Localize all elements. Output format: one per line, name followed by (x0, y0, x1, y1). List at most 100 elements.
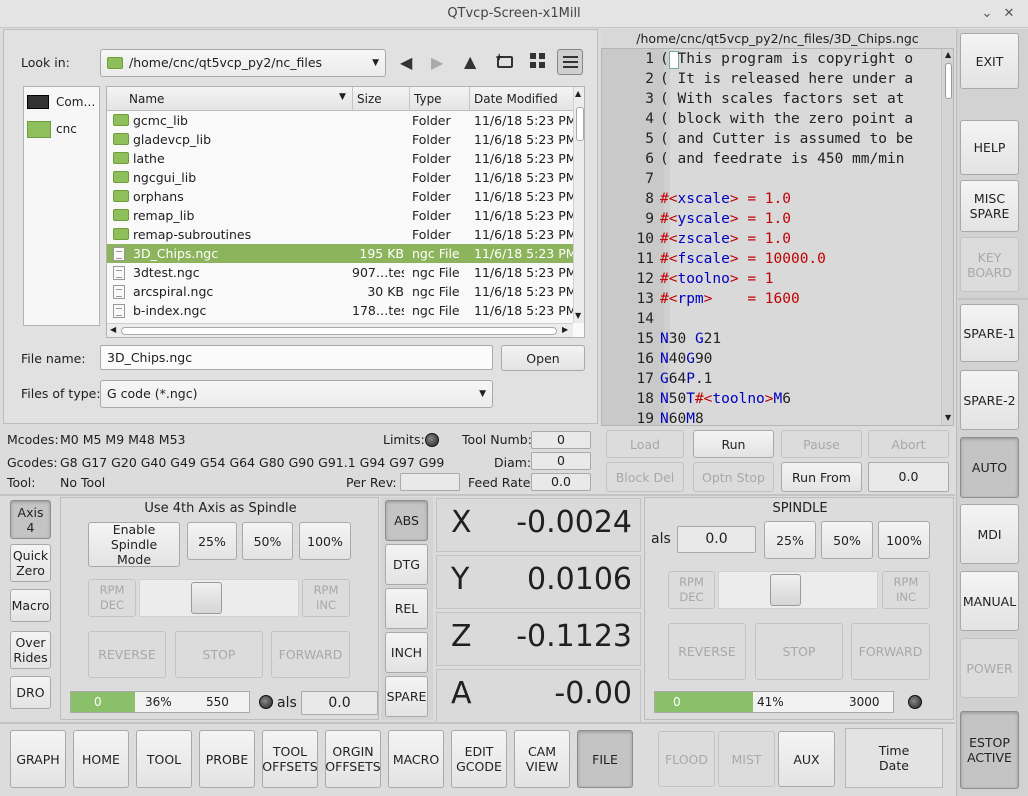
column-header-name[interactable]: Name (129, 92, 164, 106)
tab-tool-offsets[interactable]: TOOL OFFSETS (262, 730, 318, 788)
file-list-row[interactable]: lathe Folder 11/6/18 5:23 PM (107, 149, 573, 168)
tab-home[interactable]: HOME (73, 730, 129, 788)
gcode-line[interactable]: 7 (602, 169, 942, 189)
dro-inch-button[interactable]: INCH (385, 632, 428, 673)
dro-spare-button[interactable]: SPARE (385, 676, 428, 717)
column-header-type[interactable]: Type (414, 92, 442, 106)
pause-button[interactable]: Pause (781, 430, 862, 458)
slider-handle[interactable] (191, 582, 223, 614)
left-tab-over-rides[interactable]: Over Rides (10, 631, 51, 669)
gcode-line[interactable]: 6 ( and feedrate is 450 mm/min (602, 149, 942, 169)
left-tab-dro[interactable]: DRO (10, 676, 51, 709)
file-list-hscrollbar[interactable]: ◀ ▶ (107, 323, 573, 337)
tab-probe[interactable]: PROBE (199, 730, 255, 788)
minimize-icon[interactable]: ⌄ (980, 7, 994, 21)
gcode-line[interactable]: 4 ( block with the zero point a (602, 109, 942, 129)
gcode-line[interactable]: 19 N60M8 (602, 409, 942, 425)
sidebar-item-computer[interactable]: Com… (27, 93, 99, 113)
scroll-thumb[interactable] (576, 107, 584, 141)
mist-button[interactable]: MIST (718, 731, 775, 787)
gcode-line[interactable]: 9 #<yscale> = 1.0 (602, 209, 942, 229)
optional-stop-button[interactable]: Optn Stop (693, 462, 774, 492)
spindle-rpm-inc-button[interactable]: RPM INC (882, 571, 930, 609)
spindle-forward-button[interactable]: FORWARD (851, 623, 930, 680)
axis4-forward-button[interactable]: FORWARD (271, 631, 350, 678)
file-list-vscrollbar[interactable]: ▲ ▼ (573, 87, 584, 323)
gcode-line[interactable]: 2 ( It is released here under a (602, 69, 942, 89)
dro-abs-button[interactable]: ABS (385, 500, 428, 541)
spindle-rpm-slider[interactable] (718, 571, 878, 609)
spindle-50-percent-button[interactable]: 50% (821, 521, 873, 559)
parent-dir-icon[interactable]: ▲ (464, 52, 476, 71)
tab-graph[interactable]: GRAPH (10, 730, 66, 788)
file-list-row[interactable]: gladevcp_lib Folder 11/6/18 5:23 PM (107, 130, 573, 149)
column-header-size[interactable]: Size (357, 92, 382, 106)
axis4-stop-button[interactable]: STOP (175, 631, 263, 678)
spare2-button[interactable]: SPARE-2 (960, 370, 1019, 430)
dro-rel-button[interactable]: REL (385, 588, 428, 629)
file-list-row[interactable]: 3D_Chips.ngc 195 KB ngc File 11/6/18 5:23 P… (107, 244, 573, 263)
axis4-rpm-slider[interactable] (139, 579, 299, 617)
spindle-100-percent-button[interactable]: 100% (878, 521, 930, 559)
help-button[interactable]: HELP (960, 120, 1019, 175)
gcode-line[interactable]: 1 ( This program is copyright o (602, 49, 942, 69)
aux-button[interactable]: AUX (778, 731, 835, 787)
tab-file[interactable]: FILE (577, 730, 633, 788)
forward-arrow-icon[interactable]: ▶ (431, 53, 443, 72)
gcode-line[interactable]: 5 ( and Cutter is assumed to be (602, 129, 942, 149)
abort-button[interactable]: Abort (868, 430, 949, 458)
axis4-reverse-button[interactable]: REVERSE (88, 631, 166, 678)
gcode-vscrollbar[interactable]: ▲ ▼ (941, 49, 953, 425)
slider-handle[interactable] (770, 574, 802, 606)
gcode-line[interactable]: 17 G64P.1 (602, 369, 942, 389)
power-button[interactable]: POWER (960, 638, 1019, 698)
enable-spindle-mode-button[interactable]: Enable Spindle Mode (88, 522, 180, 567)
file-name-input[interactable]: 3D_Chips.ngc (100, 345, 493, 370)
spindle-25-percent-button[interactable]: 25% (764, 521, 816, 559)
run-from-button[interactable]: Run From (781, 462, 862, 492)
back-arrow-icon[interactable]: ◀ (400, 53, 412, 72)
gcode-line[interactable]: 10 #<zscale> = 1.0 (602, 229, 942, 249)
sidebar-item-cnc[interactable]: cnc (27, 119, 99, 139)
gcode-line[interactable]: 15 N30 G21 (602, 329, 942, 349)
axis4-25-percent-button[interactable]: 25% (187, 522, 237, 560)
file-list-row[interactable]: remap-subroutines Folder 11/6/18 5:23 PM (107, 225, 573, 244)
tab-edit-gcode[interactable]: EDIT GCODE (451, 730, 507, 788)
scroll-thumb[interactable] (945, 63, 952, 99)
flood-button[interactable]: FLOOD (658, 731, 715, 787)
spindle-reverse-button[interactable]: REVERSE (668, 623, 746, 680)
icon-view-icon[interactable] (530, 53, 546, 69)
close-icon[interactable]: ✕ (1002, 7, 1016, 21)
manual-mode-button[interactable]: MANUAL (960, 571, 1019, 631)
file-list-row[interactable]: ngcgui_lib Folder 11/6/18 5:23 PM (107, 168, 573, 187)
exit-button[interactable]: EXIT (960, 33, 1019, 89)
run-button[interactable]: Run (693, 430, 774, 458)
detail-view-icon[interactable] (557, 49, 583, 75)
spindle-rpm-dec-button[interactable]: RPM DEC (668, 571, 715, 609)
gcode-line[interactable]: 12 #<toolno> = 1 (602, 269, 942, 289)
block-delete-button[interactable]: Block Del (606, 462, 684, 492)
open-button[interactable]: Open (501, 345, 585, 371)
tab-macro[interactable]: MACRO (388, 730, 444, 788)
file-list-row[interactable]: orphans Folder 11/6/18 5:23 PM (107, 187, 573, 206)
gcode-line[interactable]: 16 N40G90 (602, 349, 942, 369)
run-from-line-field[interactable]: 0.0 (868, 462, 949, 492)
estop-button[interactable]: ESTOP ACTIVE (960, 711, 1019, 789)
keyboard-button[interactable]: KEY BOARD (960, 237, 1019, 292)
axis4-rpm-inc-button[interactable]: RPM INC (302, 579, 350, 617)
file-list-row[interactable]: gcmc_lib Folder 11/6/18 5:23 PM (107, 111, 573, 130)
tab-tool[interactable]: TOOL (136, 730, 192, 788)
misc-spare-button[interactable]: MISC SPARE (960, 180, 1019, 232)
axis4-100-percent-button[interactable]: 100% (299, 522, 351, 560)
load-button[interactable]: Load (606, 430, 684, 458)
axis4-rpm-dec-button[interactable]: RPM DEC (88, 579, 136, 617)
look-in-combo[interactable]: /home/cnc/qt5vcp_py2/nc_files ▼ (100, 49, 386, 77)
file-list-row[interactable]: arcspiral.ngc 30 KB ngc File 11/6/18 5:23 P… (107, 282, 573, 301)
gcode-line[interactable]: 11 #<fscale> = 10000.0 (602, 249, 942, 269)
left-tab-macro[interactable]: Macro (10, 589, 51, 622)
gcode-line[interactable]: 8 #<xscale> = 1.0 (602, 189, 942, 209)
tab-orgin-offsets[interactable]: ORGIN OFFSETS (325, 730, 381, 788)
file-list-row[interactable]: remap_lib Folder 11/6/18 5:23 PM (107, 206, 573, 225)
left-tab-quick-zero[interactable]: Quick Zero (10, 544, 51, 582)
files-of-type-combo[interactable]: G code (*.ngc) ▼ (100, 380, 493, 408)
